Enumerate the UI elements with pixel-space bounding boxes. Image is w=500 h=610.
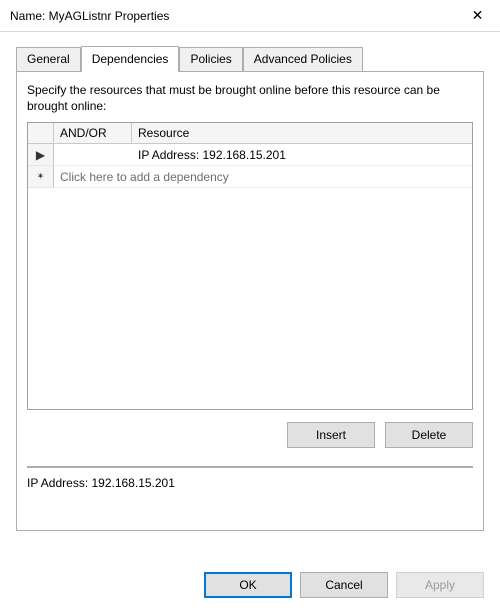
grid-header-row: AND/OR Resource bbox=[28, 123, 472, 144]
new-row-icon[interactable]: ✶ bbox=[28, 166, 54, 188]
content-area: General Dependencies Policies Advanced P… bbox=[0, 32, 500, 531]
delete-button[interactable]: Delete bbox=[385, 422, 473, 448]
grid-header-resource[interactable]: Resource bbox=[132, 123, 472, 144]
close-icon[interactable]: ✕ bbox=[455, 0, 500, 32]
cell-andor[interactable] bbox=[54, 144, 132, 166]
tab-dependencies[interactable]: Dependencies bbox=[81, 46, 180, 72]
grid-header-handle bbox=[28, 123, 54, 144]
new-row-placeholder[interactable]: Click here to add a dependency bbox=[54, 166, 472, 188]
tab-strip: General Dependencies Policies Advanced P… bbox=[16, 46, 484, 71]
row-selector-icon[interactable]: ▶ bbox=[28, 144, 54, 166]
instruction-text: Specify the resources that must be broug… bbox=[27, 82, 473, 114]
table-row-new[interactable]: ✶ Click here to add a dependency bbox=[28, 166, 472, 188]
insert-button[interactable]: Insert bbox=[287, 422, 375, 448]
table-row[interactable]: ▶ IP Address: 192.168.15.201 bbox=[28, 144, 472, 166]
divider bbox=[27, 466, 473, 468]
ok-button[interactable]: OK bbox=[204, 572, 292, 598]
tab-panel-dependencies: Specify the resources that must be broug… bbox=[16, 71, 484, 531]
grid-header-andor[interactable]: AND/OR bbox=[54, 123, 132, 144]
dependency-grid[interactable]: AND/OR Resource ▶ IP Address: 192.168.15… bbox=[27, 122, 473, 410]
window-title: Name: MyAGListnr Properties bbox=[10, 9, 169, 23]
tab-general[interactable]: General bbox=[16, 47, 81, 72]
grid-buttons: Insert Delete bbox=[27, 422, 473, 448]
titlebar: Name: MyAGListnr Properties ✕ bbox=[0, 0, 500, 32]
apply-button[interactable]: Apply bbox=[396, 572, 484, 598]
tab-advanced-policies[interactable]: Advanced Policies bbox=[243, 47, 363, 72]
status-text: IP Address: 192.168.15.201 bbox=[27, 476, 473, 490]
dialog-footer: OK Cancel Apply bbox=[204, 572, 484, 598]
tab-policies[interactable]: Policies bbox=[179, 47, 242, 72]
cancel-button[interactable]: Cancel bbox=[300, 572, 388, 598]
cell-resource[interactable]: IP Address: 192.168.15.201 bbox=[132, 144, 472, 166]
